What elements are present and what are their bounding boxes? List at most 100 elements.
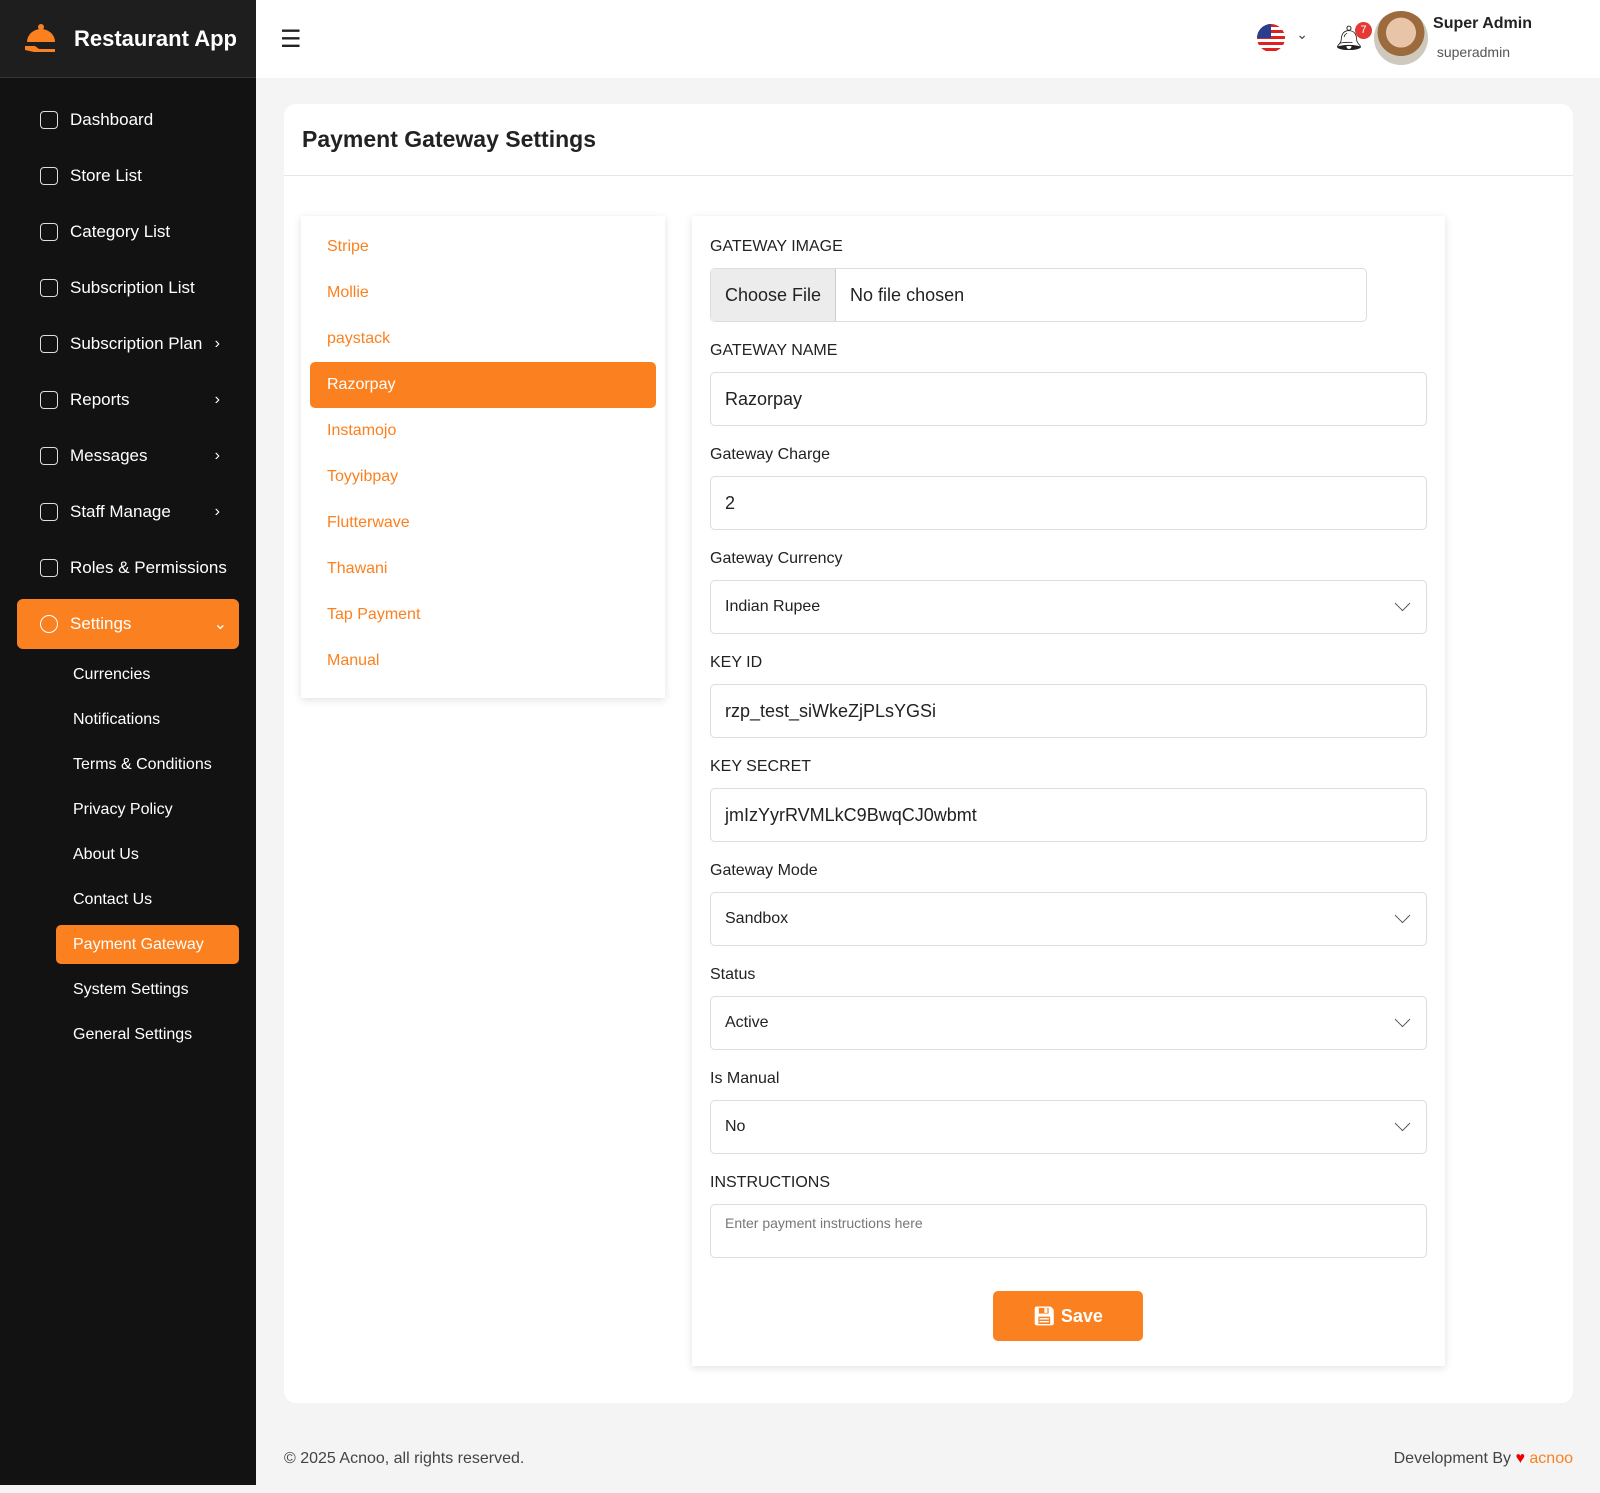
nav-label: Roles & Permissions — [70, 558, 227, 577]
nav-messages[interactable]: Messages › — [0, 428, 256, 484]
sidebar: Restaurant App Dashboard Store List Cate… — [0, 0, 256, 1485]
label: INSTRUCTIONS — [710, 1174, 830, 1191]
nav-label: Dashboard — [70, 110, 154, 129]
message-icon — [40, 447, 58, 465]
gateway-mode-select[interactable]: Sandbox — [710, 892, 1427, 946]
clipboard-icon — [40, 279, 58, 297]
logo-icon — [25, 23, 55, 52]
brand[interactable]: Restaurant App — [0, 0, 256, 78]
gateway-list: Stripe Mollie paystack Razorpay Instamoj… — [301, 216, 665, 698]
gear-icon — [40, 615, 58, 633]
us-flag-icon[interactable] — [1257, 24, 1285, 52]
nav-dashboard[interactable]: Dashboard — [0, 92, 256, 148]
sub-payment-gateway[interactable]: Payment Gateway — [56, 925, 239, 964]
dev-by: Development By — [1393, 1450, 1511, 1467]
app-name: Restaurant App — [74, 25, 237, 51]
user-lock-icon — [40, 559, 58, 577]
nav-roles-permissions[interactable]: Roles & Permissions — [0, 540, 256, 596]
sub-contact[interactable]: Contact Us — [0, 877, 256, 922]
nav-label: Reports — [70, 390, 130, 409]
sub-about[interactable]: About Us — [0, 832, 256, 877]
gateway-item-active[interactable]: Razorpay — [310, 362, 656, 408]
nav-label: Staff Manage — [70, 502, 171, 521]
label: Gateway Mode — [710, 862, 818, 879]
nav-store-list[interactable]: Store List — [0, 148, 256, 204]
gateway-item[interactable]: Manual — [310, 638, 656, 684]
nav-settings[interactable]: Settings ⌄ — [17, 599, 239, 649]
notification-badge: 7 — [1355, 22, 1372, 39]
user-name[interactable]: Super Admin — [1433, 15, 1532, 33]
chevron-right-icon: › — [214, 447, 220, 464]
header: ☰ ⌄ 🔔︎ 7 Super Admin superadmin — [256, 0, 1600, 78]
store-icon — [40, 167, 58, 185]
copyright: © 2025 Acnoo, all rights reserved. — [284, 1450, 525, 1467]
nav-staff-manage[interactable]: Staff Manage › — [0, 484, 256, 540]
gateway-currency-select[interactable]: Indian Rupee — [710, 580, 1427, 634]
gateway-name-input[interactable]: Razorpay — [710, 372, 1427, 426]
label: Gateway Currency — [710, 550, 843, 567]
users-icon — [40, 503, 58, 521]
footer: © 2025 Acnoo, all rights reserved. Devel… — [284, 1450, 1573, 1468]
save-label: Save — [1060, 1305, 1103, 1326]
label: Is Manual — [710, 1070, 780, 1087]
chevron-right-icon: › — [214, 335, 220, 352]
list-icon — [40, 223, 58, 241]
chart-icon — [40, 391, 58, 409]
instructions-textarea[interactable]: Enter payment instructions here — [710, 1204, 1427, 1258]
hamburger-menu-icon[interactable]: ☰ — [280, 25, 302, 54]
nav-label: Messages — [70, 446, 148, 465]
is-manual-select[interactable]: No — [710, 1100, 1427, 1154]
label: Gateway Charge — [710, 446, 831, 463]
sub-privacy[interactable]: Privacy Policy — [0, 787, 256, 832]
trophy-icon — [40, 335, 58, 353]
status-select[interactable]: Active — [710, 996, 1427, 1050]
sub-notifications[interactable]: Notifications — [0, 697, 256, 742]
chevron-right-icon: › — [214, 503, 220, 520]
sub-general-settings[interactable]: General Settings — [0, 1012, 256, 1057]
label: KEY ID — [710, 654, 763, 671]
nav-label: Subscription Plan — [70, 334, 203, 353]
file-status: No file chosen — [850, 284, 965, 305]
gateway-item[interactable]: Stripe — [310, 224, 656, 270]
sub-terms[interactable]: Terms & Conditions — [0, 742, 256, 787]
sub-system-settings[interactable]: System Settings — [0, 967, 256, 1012]
gateway-item[interactable]: Thawani — [310, 546, 656, 592]
chevron-right-icon: › — [214, 391, 220, 408]
nav-category-list[interactable]: Category List — [0, 204, 256, 260]
choose-file-button[interactable]: Choose File — [711, 269, 837, 321]
avatar[interactable] — [1374, 11, 1428, 65]
save-button[interactable]: 💾︎ Save — [993, 1291, 1143, 1341]
page-title: Payment Gateway Settings — [284, 104, 1573, 176]
gateway-item[interactable]: Mollie — [310, 270, 656, 316]
nav-label: Store List — [70, 166, 142, 185]
user-role: superadmin — [1436, 44, 1510, 60]
label: Status — [710, 966, 756, 983]
label: KEY SECRET — [710, 758, 812, 775]
label: GATEWAY NAME — [710, 342, 838, 359]
nav-reports[interactable]: Reports › — [0, 372, 256, 428]
nav-label: Settings — [70, 614, 132, 633]
dev-link[interactable]: acnoo — [1529, 1450, 1573, 1467]
nav-label: Category List — [70, 222, 171, 241]
sub-currencies[interactable]: Currencies — [0, 652, 256, 697]
gateway-charge-input[interactable]: 2 — [710, 476, 1427, 530]
chevron-down-icon: ⌄ — [213, 616, 227, 633]
nav-subscription-list[interactable]: Subscription List — [0, 260, 256, 316]
home-icon — [40, 111, 58, 129]
label: GATEWAY IMAGE — [710, 238, 843, 255]
gateway-item[interactable]: Tap Payment — [310, 592, 656, 638]
save-icon: 💾︎ — [1033, 1305, 1061, 1326]
gateway-item[interactable]: Toyyibpay — [310, 454, 656, 500]
gateway-item[interactable]: paystack — [310, 316, 656, 362]
chevron-down-icon[interactable]: ⌄ — [1296, 26, 1308, 43]
gateway-image-input[interactable]: Choose File No file chosen — [710, 268, 1367, 322]
gateway-item[interactable]: Instamojo — [310, 408, 656, 454]
gateway-item[interactable]: Flutterwave — [310, 500, 656, 546]
key-id-input[interactable]: rzp_test_siWkeZjPLsYGSi — [710, 684, 1427, 738]
nav-label: Subscription List — [70, 278, 195, 297]
heart-icon: ♥ — [1515, 1450, 1525, 1467]
nav-subscription-plan[interactable]: Subscription Plan › — [0, 316, 256, 372]
key-secret-input[interactable]: jmIzYyrRVMLkC9BwqCJ0wbmt — [710, 788, 1427, 842]
gateway-form: GATEWAY IMAGE Choose File No file chosen … — [692, 216, 1445, 1366]
settings-card: Payment Gateway Settings Stripe Mollie p… — [284, 104, 1573, 1403]
